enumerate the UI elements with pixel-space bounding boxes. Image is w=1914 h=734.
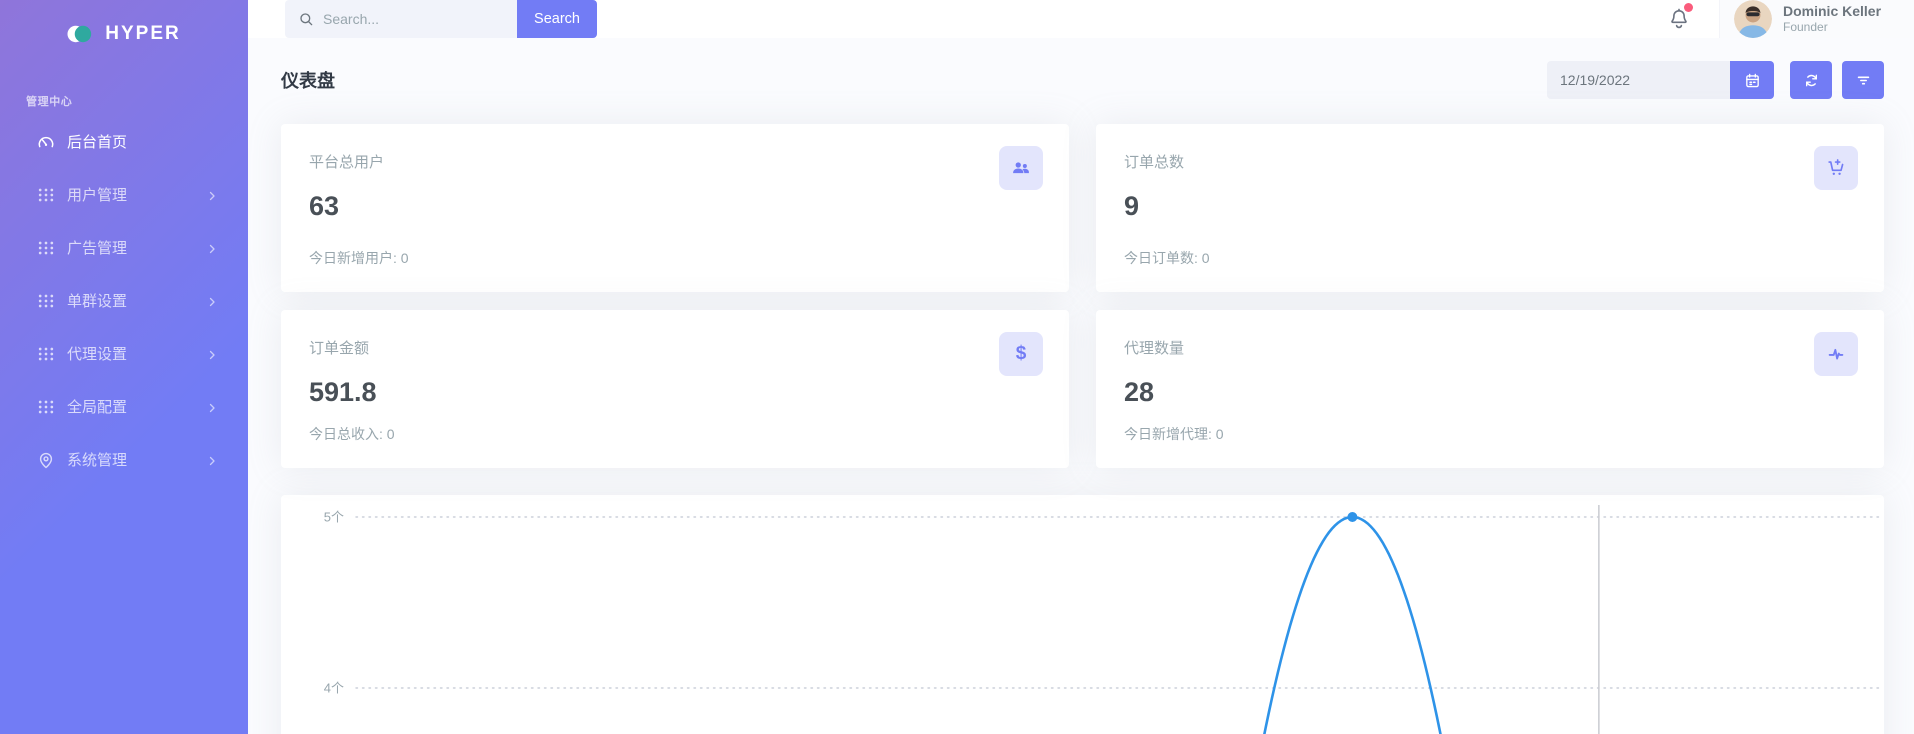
sidebar-item-groups[interactable]: 单群设置 xyxy=(0,274,248,327)
search-input[interactable] xyxy=(323,11,507,27)
refresh-icon xyxy=(1803,72,1820,89)
stat-card-agent-count: 代理数量 28 今日新增代理: 0 xyxy=(1096,310,1884,468)
sidebar-item-system[interactable]: 系统管理 xyxy=(0,433,248,486)
svg-text:5个: 5个 xyxy=(324,510,344,525)
sidebar-item-users[interactable]: 用户管理 xyxy=(0,168,248,221)
grid-dots-icon xyxy=(36,291,56,311)
grid-dots-icon xyxy=(36,397,56,417)
map-pin-icon xyxy=(36,450,56,470)
dashboard-line-chart[interactable]: 5个 4个 xyxy=(281,495,1884,734)
page-title: 仪表盘 xyxy=(281,67,335,93)
two-circles-logo-icon xyxy=(67,23,96,45)
search-button[interactable]: Search xyxy=(517,0,597,38)
sidebar-item-agents[interactable]: 代理设置 xyxy=(0,327,248,380)
sidebar-item-global-config[interactable]: 全局配置 xyxy=(0,380,248,433)
stat-label: 订单金额 xyxy=(309,337,1041,358)
calendar-icon xyxy=(1744,72,1761,89)
stat-card-order-amount: 订单金额 591.8 今日总收入: 0 $ xyxy=(281,310,1069,468)
sidebar-item-label: 广告管理 xyxy=(67,237,127,258)
search-group: Search xyxy=(285,0,597,38)
refresh-button[interactable] xyxy=(1790,61,1832,99)
svg-text:4个: 4个 xyxy=(324,681,344,696)
brand-logo[interactable]: HYPER xyxy=(0,0,248,67)
chevron-right-icon xyxy=(206,295,218,307)
user-profile-menu[interactable]: Dominic Keller Founder xyxy=(1719,0,1914,38)
stat-value: 9 xyxy=(1124,191,1856,222)
search-icon xyxy=(298,11,314,27)
gauge-icon xyxy=(36,132,56,152)
chevron-right-icon xyxy=(206,348,218,360)
avatar xyxy=(1734,0,1772,38)
search-box xyxy=(285,0,517,38)
pulse-icon xyxy=(1814,332,1858,376)
chevron-right-icon xyxy=(206,242,218,254)
topbar: Search Dominic Keller Founder xyxy=(248,0,1914,38)
stat-footer: 今日总收入: 0 xyxy=(309,424,1041,444)
date-input[interactable] xyxy=(1547,61,1730,99)
user-role: Founder xyxy=(1783,20,1881,35)
grid-dots-icon xyxy=(36,344,56,364)
user-name: Dominic Keller xyxy=(1783,3,1881,21)
stat-label: 代理数量 xyxy=(1124,337,1856,358)
filter-icon xyxy=(1855,72,1872,89)
stat-cards-grid: 平台总用户 63 今日新增用户: 0 订单总数 9 今日订单数: 0 订单金额 … xyxy=(281,124,1884,468)
calendar-button[interactable] xyxy=(1730,61,1774,99)
sidebar-item-label: 单群设置 xyxy=(67,290,127,311)
stat-footer: 今日订单数: 0 xyxy=(1124,248,1856,268)
unread-notification-dot xyxy=(1684,3,1693,12)
sidebar-item-label: 系统管理 xyxy=(67,449,127,470)
stat-card-total-orders: 订单总数 9 今日订单数: 0 xyxy=(1096,124,1884,292)
stat-value: 591.8 xyxy=(309,377,1041,408)
stat-label: 订单总数 xyxy=(1124,151,1856,172)
stat-footer: 今日新增代理: 0 xyxy=(1124,424,1856,444)
stat-card-total-users: 平台总用户 63 今日新增用户: 0 xyxy=(281,124,1069,292)
stat-value: 63 xyxy=(309,191,1041,222)
chevron-right-icon xyxy=(206,401,218,413)
line-chart-canvas: 5个 4个 xyxy=(281,495,1884,734)
sidebar: HYPER 管理中心 后台首页 用户管理 广告管理 xyxy=(0,0,248,734)
dollar-icon: $ xyxy=(999,332,1043,376)
stat-value: 28 xyxy=(1124,377,1856,408)
sidebar-item-label: 后台首页 xyxy=(67,131,127,152)
brand-name: HYPER xyxy=(105,23,180,45)
sidebar-item-label: 全局配置 xyxy=(67,396,127,417)
notifications-button[interactable] xyxy=(1667,6,1691,32)
stat-footer: 今日新增用户: 0 xyxy=(309,248,1041,268)
sidebar-item-label: 代理设置 xyxy=(67,343,127,364)
filter-button[interactable] xyxy=(1842,61,1884,99)
sidebar-item-ads[interactable]: 广告管理 xyxy=(0,221,248,274)
chevron-right-icon xyxy=(206,189,218,201)
cart-plus-icon xyxy=(1814,146,1858,190)
users-icon xyxy=(999,146,1043,190)
stat-label: 平台总用户 xyxy=(309,151,1041,172)
dashboard-content: 仪表盘 xyxy=(248,38,1914,734)
sidebar-section-label: 管理中心 xyxy=(0,67,248,115)
sidebar-item-home[interactable]: 后台首页 xyxy=(0,115,248,168)
date-filter-toolbar xyxy=(1547,61,1884,99)
sidebar-nav: 后台首页 用户管理 广告管理 单群设置 xyxy=(0,115,248,486)
sidebar-item-label: 用户管理 xyxy=(67,184,127,205)
grid-dots-icon xyxy=(36,185,56,205)
chevron-right-icon xyxy=(206,454,218,466)
grid-dots-icon xyxy=(36,238,56,258)
